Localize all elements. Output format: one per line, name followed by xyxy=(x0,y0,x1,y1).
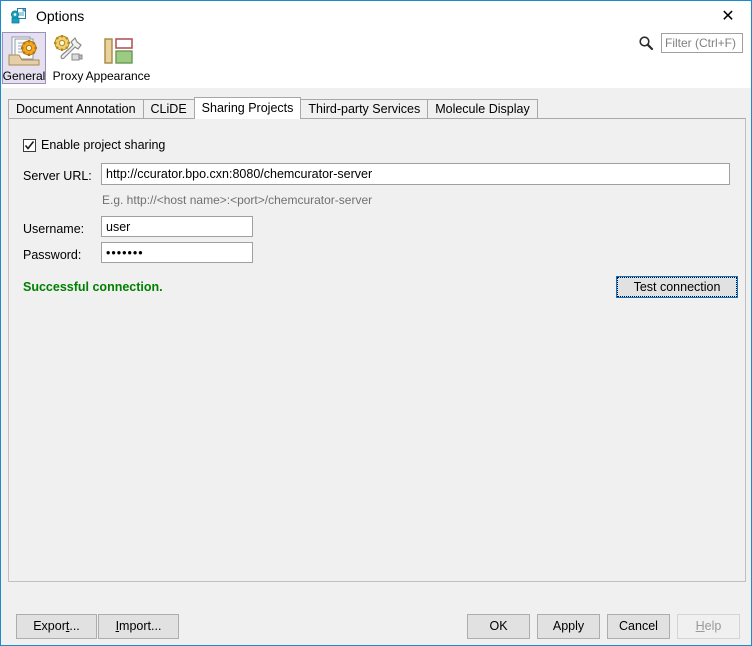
connection-status-message: Successful connection. xyxy=(23,281,163,294)
options-document-icon xyxy=(10,7,28,25)
server-url-hint: E.g. http://<host name>:<port>/chemcurat… xyxy=(102,194,372,206)
ok-button[interactable]: OK xyxy=(467,614,530,639)
tab-document-annotation[interactable]: Document Annotation xyxy=(8,99,144,119)
tab-sharing-projects-label: Sharing Projects xyxy=(202,102,294,115)
dialog-footer: Export... Import... OK Apply Cancel Help xyxy=(1,599,751,646)
cancel-button[interactable]: Cancel xyxy=(607,614,670,639)
tab-third-party-services-label: Third-party Services xyxy=(308,103,420,116)
cancel-label: Cancel xyxy=(619,620,658,633)
test-connection-focus-ring: Test connection xyxy=(617,277,737,297)
help-button: Help xyxy=(677,614,740,639)
password-label: Password: xyxy=(23,249,81,262)
import-mnemonic: I xyxy=(116,619,119,633)
import-label: Import... xyxy=(116,620,162,633)
apply-label: Apply xyxy=(553,620,584,633)
tab-sharing-projects[interactable]: Sharing Projects xyxy=(194,97,302,119)
tab-strip: Document Annotation CLiDE Sharing Projec… xyxy=(8,97,746,119)
apply-button[interactable]: Apply xyxy=(537,614,600,639)
toolbar-item-appearance[interactable]: Appearance xyxy=(90,32,146,83)
filter-area xyxy=(638,33,743,53)
toolbar-item-general[interactable]: General xyxy=(2,32,46,84)
toolbar-item-proxy[interactable]: Proxy xyxy=(46,32,90,83)
enable-project-sharing-checkbox[interactable] xyxy=(23,139,36,152)
sharing-projects-panel: Enable project sharing Server URL: E.g. … xyxy=(8,118,746,582)
window-title: Options xyxy=(36,9,84,23)
server-url-label: Server URL: xyxy=(23,170,92,183)
test-connection-label: Test connection xyxy=(634,281,721,294)
export-button[interactable]: Export... xyxy=(16,614,97,639)
tab-molecule-display[interactable]: Molecule Display xyxy=(427,99,537,119)
tab-molecule-display-label: Molecule Display xyxy=(435,103,529,116)
toolbar-item-appearance-label: Appearance xyxy=(86,69,151,83)
password-input[interactable] xyxy=(101,242,253,263)
help-label: Help xyxy=(696,620,722,633)
export-mnemonic: t xyxy=(66,619,69,633)
tab-clide[interactable]: CLiDE xyxy=(143,99,195,119)
layout-blocks-icon xyxy=(100,33,136,69)
test-connection-button[interactable]: Test connection xyxy=(616,276,738,298)
tab-third-party-services[interactable]: Third-party Services xyxy=(300,99,428,119)
options-dialog-window: Options ✕ xyxy=(0,0,752,646)
toolbar-item-general-label: General xyxy=(3,69,46,83)
tab-clide-label: CLiDE xyxy=(151,103,187,116)
enable-project-sharing-label: Enable project sharing xyxy=(41,139,165,152)
tab-document-annotation-label: Document Annotation xyxy=(16,103,136,116)
username-label: Username: xyxy=(23,223,84,236)
help-mnemonic: H xyxy=(696,619,705,633)
export-label: Export... xyxy=(33,620,80,633)
gear-wrench-icon xyxy=(50,33,86,69)
enable-project-sharing-row[interactable]: Enable project sharing xyxy=(23,139,165,152)
toolbar-item-proxy-label: Proxy xyxy=(53,69,84,83)
import-button[interactable]: Import... xyxy=(98,614,179,639)
search-icon xyxy=(638,35,654,51)
title-bar: Options ✕ xyxy=(1,1,751,30)
documents-gear-icon xyxy=(6,33,42,69)
close-icon[interactable]: ✕ xyxy=(705,2,751,30)
server-url-input[interactable] xyxy=(101,163,730,185)
ok-label: OK xyxy=(489,620,507,633)
search-input[interactable] xyxy=(661,33,743,53)
username-input[interactable] xyxy=(101,216,253,237)
